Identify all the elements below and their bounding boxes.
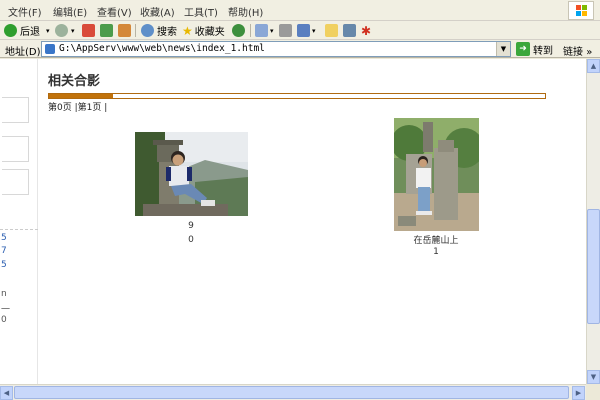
menu-bar: 文件(F) 编辑(E) 查看(V) 收藏(A) 工具(T) 帮助(H) bbox=[0, 0, 600, 21]
sidebar-divider bbox=[0, 229, 38, 230]
sidebar-text: 0 bbox=[1, 315, 7, 325]
scroll-down-icon[interactable]: ▼ bbox=[587, 370, 600, 384]
go-arrow-icon: ➜ bbox=[516, 42, 530, 56]
address-bar: 地址(D) G:\AppServ\www\web\news\index_1.ht… bbox=[0, 40, 600, 58]
scroll-right-icon[interactable]: ▶ bbox=[572, 386, 585, 400]
page-icon bbox=[45, 44, 55, 54]
address-input[interactable]: G:\AppServ\www\web\news\index_1.html ▼ bbox=[41, 41, 511, 57]
address-url: G:\AppServ\www\web\news\index_1.html bbox=[59, 43, 265, 54]
sidebar-link[interactable]: 5 bbox=[1, 233, 7, 243]
scroll-thumb[interactable] bbox=[14, 386, 569, 399]
forward-button[interactable]: ▾ bbox=[55, 23, 75, 38]
menu-view[interactable]: 查看(V) bbox=[97, 4, 132, 19]
windows-logo-icon bbox=[568, 1, 594, 20]
photo-caption: 9 bbox=[188, 221, 194, 231]
sidebar-text: 一 bbox=[1, 305, 11, 315]
page-viewport: 5 7 5 n 一 0 相关合影 第0页 |第1页 | 9 0 在岳麓山上 1 bbox=[0, 59, 586, 384]
favorites-button[interactable]: ★ 收藏夹 bbox=[182, 23, 225, 39]
discuss-button[interactable] bbox=[325, 23, 338, 38]
print-icon bbox=[279, 24, 292, 37]
favorites-label: 收藏夹 bbox=[194, 27, 225, 38]
photo-caption: 0 bbox=[188, 235, 194, 245]
back-label: 后退 bbox=[20, 27, 40, 38]
sidebar-link[interactable]: 5 bbox=[1, 260, 7, 270]
menu-help[interactable]: 帮助(H) bbox=[228, 4, 263, 19]
stop-icon bbox=[82, 24, 95, 37]
chevron-down-icon[interactable]: ▼ bbox=[496, 42, 510, 56]
sidebar-box bbox=[2, 97, 29, 123]
scroll-up-icon[interactable]: ▲ bbox=[587, 59, 600, 73]
sidebar-box bbox=[2, 136, 29, 162]
photo-caption: 1 bbox=[433, 247, 439, 257]
vertical-scrollbar[interactable]: ▲ ▼ bbox=[586, 59, 600, 384]
section-title: 相关合影 bbox=[48, 74, 101, 89]
pager[interactable]: 第0页 |第1页 | bbox=[48, 100, 107, 113]
menu-edit[interactable]: 编辑(E) bbox=[53, 4, 87, 19]
toolbar: 后退 ▾ ▾ 搜索 ★ 收藏夹 ▾ ▾ ✱ bbox=[0, 21, 600, 40]
back-button[interactable]: 后退 ▾ bbox=[4, 23, 50, 38]
stop-button[interactable] bbox=[82, 23, 95, 38]
progress-fill bbox=[49, 94, 114, 98]
refresh-icon bbox=[100, 24, 113, 37]
print-button[interactable] bbox=[279, 23, 292, 38]
scrollbar-corner bbox=[586, 384, 600, 400]
search-button[interactable]: 搜索 bbox=[141, 23, 177, 38]
home-button[interactable] bbox=[118, 23, 131, 38]
sidebar-text: n bbox=[1, 289, 7, 299]
forward-arrow-icon bbox=[55, 24, 68, 37]
star-icon: ★ bbox=[182, 23, 193, 38]
address-label: 地址(D) bbox=[5, 47, 41, 58]
edit-button[interactable]: ▾ bbox=[297, 23, 316, 38]
progress-bar bbox=[48, 93, 546, 99]
scroll-left-icon[interactable]: ◀ bbox=[0, 386, 13, 400]
history-button[interactable] bbox=[232, 23, 245, 38]
mail-icon bbox=[255, 24, 268, 37]
menu-favorites[interactable]: 收藏(A) bbox=[140, 4, 175, 19]
messenger-icon bbox=[343, 24, 356, 37]
messenger-button[interactable] bbox=[343, 23, 356, 38]
search-label: 搜索 bbox=[157, 27, 177, 38]
go-label: 转到 bbox=[533, 45, 553, 57]
menu-file[interactable]: 文件(F) bbox=[8, 4, 42, 19]
photo-thumbnail[interactable] bbox=[394, 118, 479, 231]
horizontal-scrollbar[interactable]: ◀ ▶ bbox=[0, 384, 586, 400]
links-button[interactable]: 链接 » bbox=[563, 43, 592, 58]
sidebar-link[interactable]: 7 bbox=[1, 246, 7, 256]
history-icon bbox=[232, 24, 245, 37]
photo-thumbnail[interactable] bbox=[135, 132, 248, 216]
toolbar-separator bbox=[135, 24, 136, 37]
photo-caption: 在岳麓山上 bbox=[413, 236, 459, 246]
left-frame: 5 7 5 n 一 0 bbox=[0, 59, 38, 384]
mail-button[interactable]: ▾ bbox=[255, 23, 274, 38]
chevron-down-icon: ▾ bbox=[312, 26, 316, 35]
scroll-thumb[interactable] bbox=[587, 209, 600, 324]
chevron-down-icon: ▾ bbox=[71, 26, 75, 35]
word-icon bbox=[297, 24, 310, 37]
toolbar-separator bbox=[250, 24, 251, 37]
chevron-down-icon: ▾ bbox=[270, 26, 274, 35]
go-button[interactable]: ➜ 转到 bbox=[516, 41, 553, 57]
refresh-button[interactable] bbox=[100, 23, 113, 38]
research-button[interactable]: ✱ bbox=[361, 23, 371, 38]
chevron-down-icon: ▾ bbox=[46, 26, 50, 35]
note-icon bbox=[325, 24, 338, 37]
links-label: 链接 bbox=[563, 47, 583, 58]
search-icon bbox=[141, 24, 154, 37]
menu-tools[interactable]: 工具(T) bbox=[184, 4, 218, 19]
back-arrow-icon bbox=[4, 24, 17, 37]
chevron-right-icon: » bbox=[586, 47, 593, 58]
sidebar-box bbox=[2, 169, 29, 195]
antenna-icon: ✱ bbox=[361, 23, 372, 38]
home-icon bbox=[118, 24, 131, 37]
